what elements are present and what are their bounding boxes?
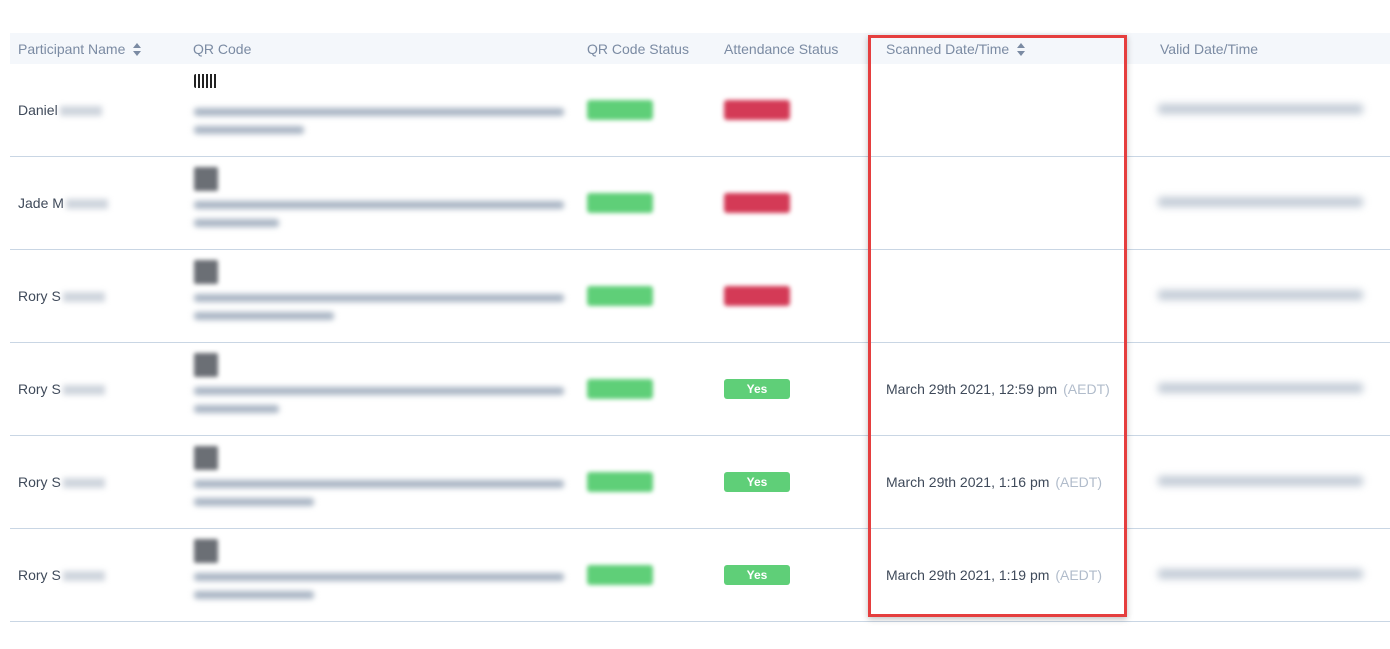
attendance-badge: Yes xyxy=(724,565,790,585)
qr-code-string xyxy=(194,480,574,516)
qr-code-string xyxy=(194,573,574,609)
qr-code-string xyxy=(194,294,574,330)
table-row: Jade M xyxy=(10,157,1390,250)
table-row: Rory S Yes March 29th 2021, 1:16 pm (AED… xyxy=(10,436,1390,529)
qr-code-string xyxy=(194,108,574,144)
valid-datetime xyxy=(1158,476,1363,486)
attendance-badge xyxy=(724,193,790,213)
participant-name: Rory S xyxy=(18,474,105,490)
header-attendance-status: Attendance Status xyxy=(724,41,838,57)
participant-name: Rory S xyxy=(18,381,105,397)
qr-code-thumbnail[interactable] xyxy=(194,539,218,563)
header-label: QR Code xyxy=(193,41,252,57)
scanned-datetime xyxy=(886,195,888,211)
scanned-datetime: March 29th 2021, 1:19 pm (AEDT) xyxy=(886,567,1102,583)
table-header: Participant Name QR Code QR Code Status … xyxy=(10,33,1390,64)
attendance-badge: Yes xyxy=(724,472,790,492)
scanned-datetime: March 29th 2021, 1:16 pm (AEDT) xyxy=(886,474,1102,490)
header-qr-code: QR Code xyxy=(193,41,251,57)
header-scanned-datetime[interactable]: Scanned Date/Time xyxy=(886,41,1026,57)
table-row: Rory S Yes March 29th 2021, 1:19 pm (AED… xyxy=(10,529,1390,622)
qr-code-thumbnail[interactable] xyxy=(194,446,218,470)
header-participant-name[interactable]: Participant Name xyxy=(18,41,142,57)
participant-name: Jade M xyxy=(18,195,108,211)
sort-icon[interactable] xyxy=(133,42,142,56)
participant-name: Daniel xyxy=(18,102,102,118)
participants-table: Participant Name QR Code QR Code Status … xyxy=(10,33,1390,622)
attendance-badge xyxy=(724,286,790,306)
header-label: Valid Date/Time xyxy=(1160,41,1259,57)
qr-code-thumbnail[interactable] xyxy=(194,74,218,88)
header-label: Participant Name xyxy=(18,41,126,57)
qr-code-string xyxy=(194,201,574,237)
header-label: QR Code Status xyxy=(587,41,689,57)
header-label: Attendance Status xyxy=(724,41,839,57)
table-row: Daniel xyxy=(10,64,1390,157)
header-qr-code-status: QR Code Status xyxy=(587,41,689,57)
participant-name: Rory S xyxy=(18,567,105,583)
qr-code-thumbnail[interactable] xyxy=(194,260,218,284)
qr-status-badge xyxy=(587,379,653,399)
qr-status-badge xyxy=(587,286,653,306)
valid-datetime xyxy=(1158,569,1363,579)
table-row: Rory S xyxy=(10,250,1390,343)
valid-datetime xyxy=(1158,104,1363,114)
attendance-badge xyxy=(724,100,790,120)
valid-datetime xyxy=(1158,383,1363,393)
valid-datetime xyxy=(1158,290,1363,300)
table-row: Rory S Yes March 29th 2021, 12:59 pm (AE… xyxy=(10,343,1390,436)
qr-status-badge xyxy=(587,472,653,492)
valid-datetime xyxy=(1158,197,1363,207)
scanned-datetime xyxy=(886,102,888,118)
scanned-datetime: March 29th 2021, 12:59 pm (AEDT) xyxy=(886,381,1110,397)
qr-code-thumbnail[interactable] xyxy=(194,167,218,191)
header-label: Scanned Date/Time xyxy=(886,41,1010,57)
participant-name: Rory S xyxy=(18,288,105,304)
qr-status-badge xyxy=(587,193,653,213)
scanned-datetime xyxy=(886,288,888,304)
attendance-badge: Yes xyxy=(724,379,790,399)
qr-code-thumbnail[interactable] xyxy=(194,353,218,377)
sort-icon[interactable] xyxy=(1017,42,1026,56)
qr-code-string xyxy=(194,387,574,423)
qr-status-badge xyxy=(587,565,653,585)
header-valid-datetime: Valid Date/Time xyxy=(1160,41,1258,57)
qr-status-badge xyxy=(587,100,653,120)
